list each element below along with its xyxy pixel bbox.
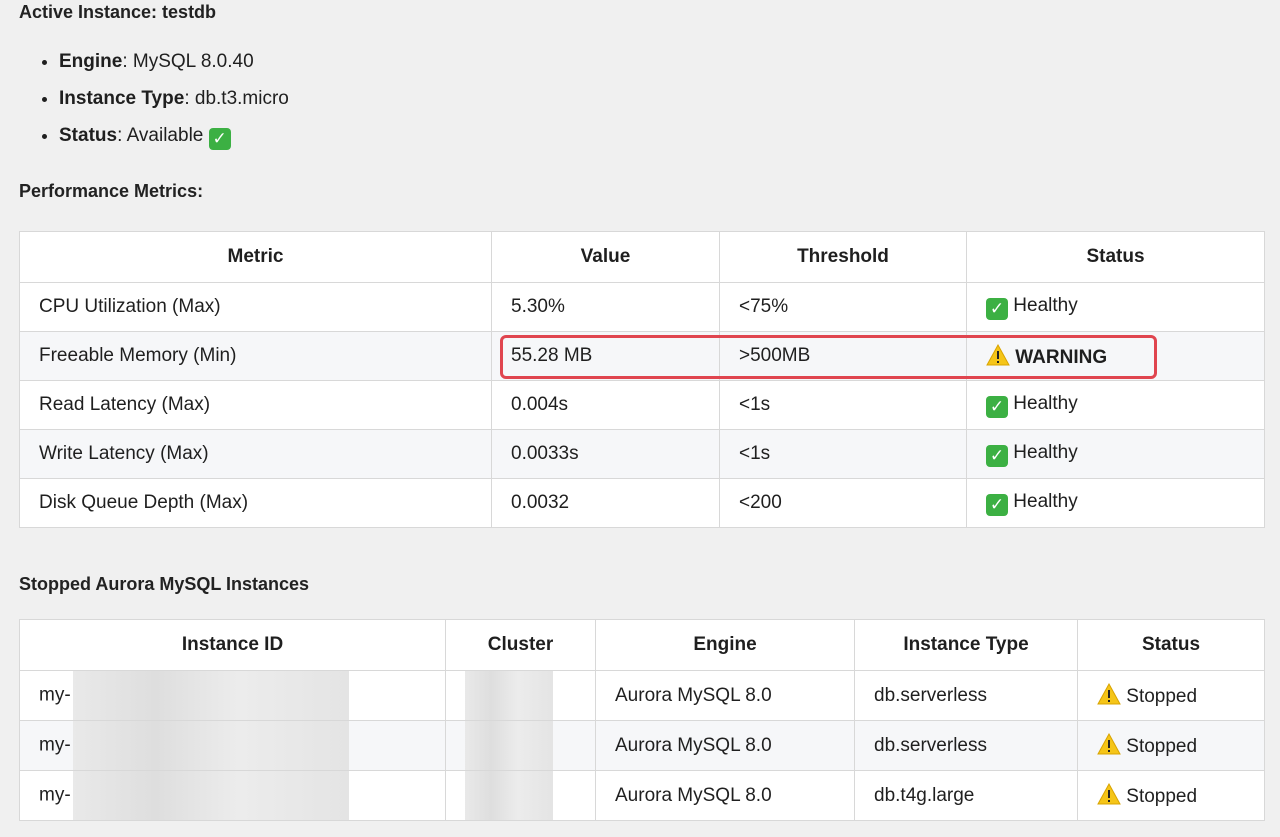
list-item-engine: Engine: MySQL 8.0.40 xyxy=(59,50,289,87)
value-cell: 55.28 MB xyxy=(491,331,720,381)
threshold-cell: <200 xyxy=(719,478,967,528)
status-cell: ✓ Healthy xyxy=(966,429,1265,479)
warning-icon xyxy=(1097,683,1121,705)
status-value: Available xyxy=(126,125,204,146)
column-header: Cluster xyxy=(445,619,596,671)
check-icon: ✓ xyxy=(986,493,1008,516)
check-icon: ✓ xyxy=(208,128,231,150)
metric-cell: Write Latency (Max) xyxy=(19,429,492,479)
table-row: CPU Utilization (Max) 5.30% <75% ✓ Healt… xyxy=(19,282,1265,332)
status-cell: ✓ Healthy xyxy=(966,380,1265,430)
column-header: Status xyxy=(1077,619,1265,671)
table-row: my- Aurora MySQL 8.0 db.t4g.large Stoppe… xyxy=(19,770,1265,821)
status-text: Healthy xyxy=(1013,392,1078,414)
table-row: Freeable Memory (Min) 55.28 MB >500MB WA… xyxy=(19,331,1265,381)
instance-id-cell: my- xyxy=(19,720,446,771)
stopped-instances-table: Instance ID Cluster Engine Instance Type… xyxy=(19,619,1265,821)
column-header: Instance Type xyxy=(854,619,1078,671)
redacted-cluster xyxy=(465,671,553,720)
list-item-instance-type: Instance Type: db.t3.micro xyxy=(59,87,289,124)
table-header-row: Instance ID Cluster Engine Instance Type… xyxy=(19,619,1265,671)
performance-metrics-table: Metric Value Threshold Status CPU Utiliz… xyxy=(19,231,1265,528)
status-cell: WARNING xyxy=(966,331,1265,381)
column-header: Metric xyxy=(19,231,492,283)
column-header: Status xyxy=(966,231,1265,283)
status-text: Healthy xyxy=(1013,441,1078,463)
instance-id-prefix: my- xyxy=(39,684,71,706)
warning-icon xyxy=(1097,733,1121,755)
warning-icon xyxy=(1097,783,1121,805)
stopped-instances-heading: Stopped Aurora MySQL Instances xyxy=(19,574,310,594)
redacted-instance-id xyxy=(72,721,349,770)
status-cell: Stopped xyxy=(1077,720,1265,771)
table-header-row: Metric Value Threshold Status xyxy=(19,231,1265,283)
status-cell: Stopped xyxy=(1077,770,1265,821)
column-header: Instance ID xyxy=(19,619,446,671)
status-cell: Stopped xyxy=(1077,670,1265,721)
instance-type-cell: db.serverless xyxy=(854,670,1078,721)
instance-type-cell: db.t4g.large xyxy=(854,770,1078,821)
cluster-cell xyxy=(445,720,596,771)
performance-metrics-heading: Performance Metrics: xyxy=(19,181,204,201)
engine-cell: Aurora MySQL 8.0 xyxy=(595,770,855,821)
engine-cell: Aurora MySQL 8.0 xyxy=(595,670,855,721)
value-cell: 0.0033s xyxy=(491,429,720,479)
instance-id-cell: my- xyxy=(19,670,446,721)
status-text: Stopped xyxy=(1126,786,1198,807)
table-row: my- Aurora MySQL 8.0 db.serverless Stopp… xyxy=(19,720,1265,771)
warning-icon xyxy=(986,343,1010,366)
column-header: Engine xyxy=(595,619,855,671)
status-text: WARNING xyxy=(1015,346,1108,368)
status-label: Status xyxy=(59,125,118,146)
value-cell: 0.004s xyxy=(491,380,720,430)
active-instance-heading: Active Instance: testdb xyxy=(19,2,217,22)
cluster-cell xyxy=(445,770,596,821)
redacted-cluster xyxy=(465,721,553,770)
instance-type-value: db.t3.micro xyxy=(194,88,289,109)
cluster-cell xyxy=(445,670,596,721)
instance-type-label: Instance Type xyxy=(59,88,185,109)
engine-label: Engine xyxy=(59,51,123,72)
column-header: Threshold xyxy=(719,231,967,283)
redacted-cluster xyxy=(465,771,553,820)
status-text: Stopped xyxy=(1126,686,1198,707)
instance-id-cell: my- xyxy=(19,770,446,821)
table-row: Read Latency (Max) 0.004s <1s ✓ Healthy xyxy=(19,380,1265,430)
metric-cell: CPU Utilization (Max) xyxy=(19,282,492,332)
value-cell: 0.0032 xyxy=(491,478,720,528)
threshold-cell: <75% xyxy=(719,282,967,332)
instance-type-cell: db.serverless xyxy=(854,720,1078,771)
status-text: Healthy xyxy=(1013,490,1078,512)
table-row: Disk Queue Depth (Max) 0.0032 <200 ✓ Hea… xyxy=(19,478,1265,528)
metric-cell: Freeable Memory (Min) xyxy=(19,331,492,381)
threshold-cell: >500MB xyxy=(719,331,967,381)
threshold-cell: <1s xyxy=(719,429,967,479)
threshold-cell: <1s xyxy=(719,380,967,430)
instance-info-list: Engine: MySQL 8.0.40 Instance Type: db.t… xyxy=(20,50,289,161)
metric-cell: Disk Queue Depth (Max) xyxy=(19,478,492,528)
status-cell: ✓ Healthy xyxy=(966,478,1265,528)
status-cell: ✓ Healthy xyxy=(966,282,1265,332)
redacted-instance-id xyxy=(72,671,349,720)
engine-cell: Aurora MySQL 8.0 xyxy=(595,720,855,771)
list-item-status: Status: Available ✓ xyxy=(59,124,289,161)
instance-id-prefix: my- xyxy=(39,784,71,806)
status-text: Healthy xyxy=(1013,294,1078,316)
status-text: Stopped xyxy=(1126,736,1198,757)
engine-value: MySQL 8.0.40 xyxy=(132,51,254,72)
check-icon: ✓ xyxy=(986,444,1008,467)
column-header: Value xyxy=(491,231,720,283)
instance-id-prefix: my- xyxy=(39,734,71,756)
check-icon: ✓ xyxy=(986,395,1008,418)
value-cell: 5.30% xyxy=(491,282,720,332)
metric-cell: Read Latency (Max) xyxy=(19,380,492,430)
redacted-instance-id xyxy=(72,771,349,820)
table-row: Write Latency (Max) 0.0033s <1s ✓ Health… xyxy=(19,429,1265,479)
check-icon: ✓ xyxy=(986,297,1008,320)
table-row: my- Aurora MySQL 8.0 db.serverless Stopp… xyxy=(19,670,1265,721)
